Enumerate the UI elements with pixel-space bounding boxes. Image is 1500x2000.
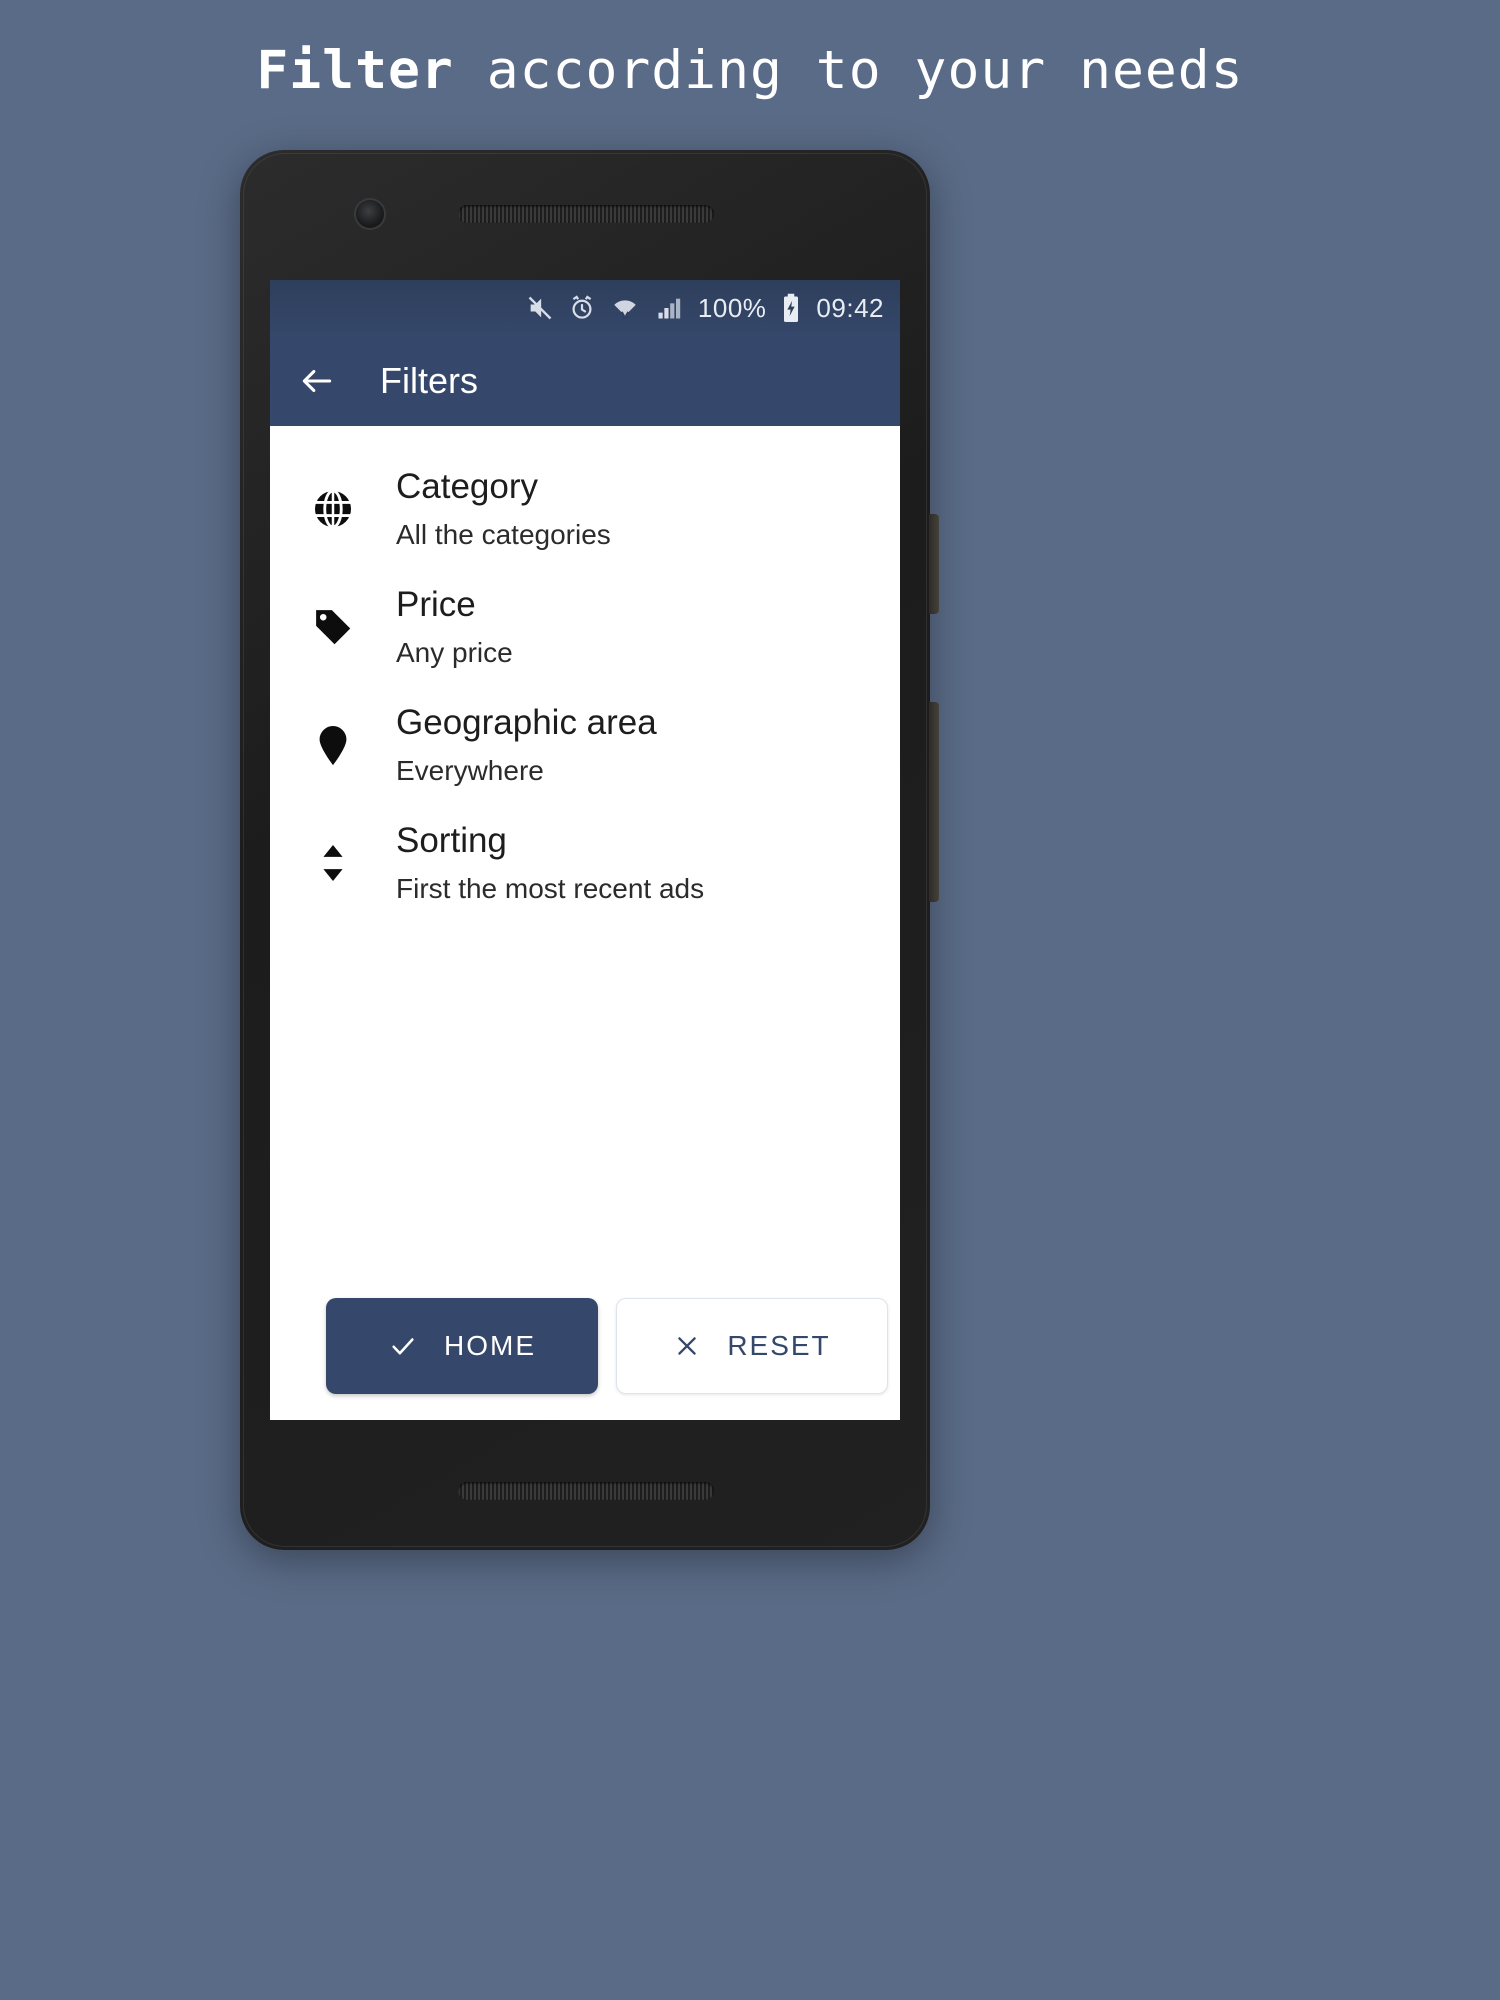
mute-icon — [526, 294, 554, 322]
home-button[interactable]: HOME — [326, 1298, 598, 1394]
clock-label: 09:42 — [816, 292, 884, 323]
filter-list: Category All the categories Price Any pr… — [270, 426, 900, 922]
power-button[interactable] — [929, 514, 939, 614]
filter-label: Sorting — [396, 821, 507, 860]
battery-charging-icon — [780, 293, 802, 323]
page-title-emphasis: Filter — [256, 39, 454, 101]
filter-label: Price — [396, 585, 476, 624]
volume-button[interactable] — [929, 702, 939, 902]
price-tag-icon — [270, 604, 396, 650]
alarm-icon — [568, 294, 596, 322]
reset-button-label: RESET — [727, 1330, 831, 1361]
map-pin-icon — [270, 722, 396, 768]
filter-value: All the categories — [396, 519, 611, 550]
signal-icon — [654, 294, 684, 322]
filter-label: Geographic area — [396, 703, 657, 742]
action-bar: HOME RESET — [270, 1298, 900, 1394]
app-bar-title: Filters — [380, 360, 478, 401]
home-button-label: HOME — [444, 1330, 536, 1361]
filter-row-price[interactable]: Price Any price — [270, 568, 900, 686]
app-bar: Filters — [270, 336, 900, 426]
earpiece-speaker-icon — [458, 205, 714, 223]
bottom-speaker-icon — [458, 1482, 714, 1500]
front-camera-icon — [356, 200, 384, 228]
filter-value: Any price — [396, 637, 513, 668]
globe-icon — [270, 486, 396, 532]
check-icon — [388, 1331, 418, 1361]
filter-label: Category — [396, 467, 539, 506]
status-bar: 100% 09:42 — [270, 280, 900, 336]
battery-percent-label: 100% — [697, 292, 767, 323]
filter-value: Everywhere — [396, 755, 544, 786]
phone-screen: 100% 09:42 Filters Category All the cate… — [270, 280, 900, 1420]
filter-row-geographic-area[interactable]: Geographic area Everywhere — [270, 686, 900, 804]
page-title-rest: according to your needs — [453, 39, 1244, 101]
wifi-icon — [610, 294, 640, 322]
back-arrow-icon[interactable] — [298, 362, 336, 400]
filter-row-sorting[interactable]: Sorting First the most recent ads — [270, 804, 900, 922]
close-icon — [673, 1332, 701, 1360]
reset-button[interactable]: RESET — [616, 1298, 888, 1394]
phone-mockup: 100% 09:42 Filters Category All the cate… — [240, 150, 939, 1550]
page-title: Filter according to your needs — [0, 0, 1500, 140]
filter-row-category[interactable]: Category All the categories — [270, 450, 900, 568]
sort-icon — [270, 840, 396, 886]
filter-value: First the most recent ads — [396, 873, 705, 904]
